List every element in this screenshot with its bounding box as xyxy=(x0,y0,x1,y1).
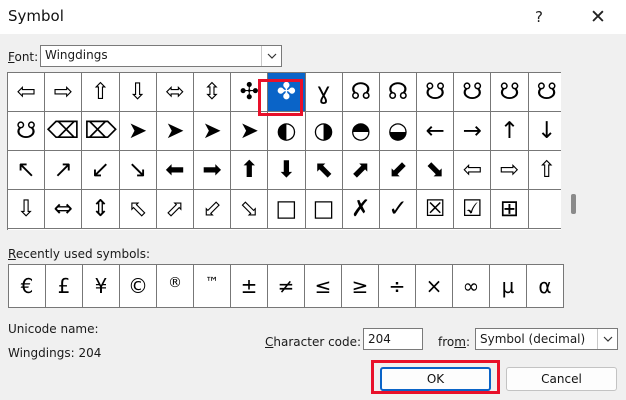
symbol-cell[interactable]: ⬆ xyxy=(231,151,269,190)
symbol-cell[interactable]: ☋ xyxy=(8,112,46,151)
symbol-cell[interactable]: ⬇ xyxy=(268,151,306,190)
symbol-cell[interactable]: ⇩ xyxy=(8,190,46,229)
symbol-cell[interactable]: ⇨ xyxy=(491,151,529,190)
symbol-cell[interactable]: ↑ xyxy=(491,112,529,151)
symbol-cell[interactable]: ⬂ xyxy=(231,190,269,229)
recent-symbol[interactable]: ™ xyxy=(194,265,231,308)
close-icon[interactable]: ✕ xyxy=(575,2,621,32)
symbol-cell[interactable]: ⬋ xyxy=(379,151,418,190)
symbol-cell[interactable]: ☑ xyxy=(454,190,492,229)
recent-symbol[interactable]: ¥ xyxy=(83,265,120,308)
symbol-cell[interactable]: ⌫ xyxy=(45,112,83,151)
recent-symbol[interactable]: µ xyxy=(490,265,527,308)
symbol-cell[interactable]: ↙ xyxy=(82,151,120,190)
symbol-cell[interactable]: ⊞ xyxy=(491,190,529,229)
unicode-name-label: Unicode name: xyxy=(8,322,99,336)
ok-button[interactable]: OK xyxy=(380,367,491,391)
from-dropdown-value: Symbol (decimal) xyxy=(480,332,586,346)
recent-symbol[interactable]: £ xyxy=(46,265,83,308)
scrollbar-thumb[interactable] xyxy=(571,194,576,214)
symbol-cell[interactable]: ⬊ xyxy=(417,151,455,190)
symbol-cell[interactable]: ↖ xyxy=(8,151,46,190)
symbol-cell[interactable]: ⇕ xyxy=(82,190,120,229)
symbol-cell[interactable]: ⇧ xyxy=(82,73,120,112)
from-label: from: xyxy=(438,335,470,349)
symbol-cell[interactable]: ⬄ xyxy=(156,73,194,112)
symbol-cell[interactable]: ✣ xyxy=(231,73,269,112)
recent-symbol[interactable]: € xyxy=(9,265,46,308)
symbol-cell[interactable]: ⌦ xyxy=(82,112,120,151)
recent-symbol[interactable]: ÷ xyxy=(379,265,416,308)
chevron-down-icon[interactable] xyxy=(261,46,281,66)
cancel-button[interactable]: Cancel xyxy=(506,367,617,391)
unicode-name-value: Wingdings: 204 xyxy=(8,346,102,360)
symbol-cell[interactable]: ← xyxy=(417,112,455,151)
symbol-cell[interactable]: ☊ xyxy=(342,73,380,112)
symbol-cell[interactable]: ⬀ xyxy=(156,190,194,229)
symbol-cell[interactable]: ◐ xyxy=(268,112,306,151)
symbol-cell[interactable]: ✓ xyxy=(379,190,418,229)
symbol-cell[interactable]: ➤ xyxy=(231,112,269,151)
recent-symbol[interactable]: ≤ xyxy=(305,265,342,308)
symbol-grid: ⇦ ⇨ ⇧ ⇩ ⬄ ⇳ ✣ ✤ ɣ ☊ ☊ ☋ ☋ ☋ ☋ ☋ ⌫ ⌦ ➤ ➤ ➤ ➤ ◐ ◑ ◓ ◒ ← → ↑ ↓ ↖ ↗ ↙ ↘ ⬅ ➡ ⬆ ⬇ ⬉ ⬈… xyxy=(7,72,566,230)
symbol-cell[interactable]: ⇔ xyxy=(45,190,83,229)
symbol-cell[interactable]: ⬃ xyxy=(193,190,232,229)
font-dropdown[interactable]: Wingdings xyxy=(40,45,282,67)
recent-symbol[interactable]: ∞ xyxy=(453,265,490,308)
symbol-cell[interactable]: ↘ xyxy=(119,151,157,190)
symbol-cell[interactable]: ☊ xyxy=(379,73,418,112)
recent-symbols-label: Recently used symbols: xyxy=(8,247,151,261)
symbol-cell[interactable]: ⬈ xyxy=(342,151,380,190)
symbol-grid-scrollbar[interactable] xyxy=(561,72,587,230)
symbol-cell[interactable]: ⇦ xyxy=(8,73,46,112)
symbol-cell[interactable]: ⇩ xyxy=(119,73,157,112)
symbol-cell[interactable]: ☋ xyxy=(454,73,492,112)
chevron-down-icon[interactable] xyxy=(597,329,617,349)
symbol-cell[interactable]: → xyxy=(454,112,492,151)
symbol-cell[interactable]: ☋ xyxy=(491,73,529,112)
symbol-cell[interactable]: ◒ xyxy=(379,112,418,151)
symbol-cell[interactable]: ☒ xyxy=(417,190,455,229)
symbol-cell[interactable]: ➤ xyxy=(193,112,232,151)
recent-symbol[interactable]: × xyxy=(416,265,453,308)
character-code-label: Character code: xyxy=(265,335,362,349)
font-label: Font: xyxy=(8,50,39,64)
symbol-cell[interactable]: ➤ xyxy=(119,112,157,151)
symbol-cell[interactable]: ✗ xyxy=(342,190,380,229)
from-dropdown[interactable]: Symbol (decimal) xyxy=(475,328,618,350)
symbol-cell[interactable]: ⇨ xyxy=(45,73,83,112)
symbol-cell[interactable]: ⬉ xyxy=(305,151,343,190)
recent-symbol[interactable]: © xyxy=(120,265,157,308)
symbol-cell[interactable]: ☋ xyxy=(417,73,455,112)
symbol-cell[interactable]: □ xyxy=(305,190,343,229)
symbol-cell[interactable]: ➡ xyxy=(193,151,232,190)
symbol-cell[interactable]: ⬅ xyxy=(156,151,194,190)
recent-symbols-grid: € £ ¥ © ® ™ ± ≠ ≤ ≥ ÷ × ∞ µ α xyxy=(8,264,564,308)
symbol-cell-selected[interactable]: ✤ xyxy=(268,73,306,112)
symbol-cell[interactable]: ◑ xyxy=(305,112,343,151)
symbol-cell[interactable]: ⇳ xyxy=(193,73,232,112)
help-button[interactable]: ? xyxy=(516,2,562,32)
symbol-cell[interactable]: ↗ xyxy=(45,151,83,190)
character-code-input[interactable]: 204 xyxy=(363,328,423,350)
recent-symbol[interactable]: ≠ xyxy=(268,265,305,308)
font-dropdown-value: Wingdings xyxy=(45,48,108,62)
symbol-cell[interactable]: □ xyxy=(268,190,306,229)
title-bar: Symbol ? ✕ xyxy=(0,0,626,34)
recent-symbol[interactable]: α xyxy=(527,265,564,308)
symbol-cell[interactable]: ◓ xyxy=(342,112,380,151)
recent-symbol[interactable]: ≥ xyxy=(342,265,379,308)
symbol-cell[interactable]: ➤ xyxy=(156,112,194,151)
recent-symbol[interactable]: ® xyxy=(157,265,194,308)
symbol-cell[interactable]: ⬁ xyxy=(119,190,157,229)
recent-symbol[interactable]: ± xyxy=(231,265,268,308)
symbol-cell[interactable]: ⇦ xyxy=(454,151,492,190)
symbol-cell[interactable]: ɣ xyxy=(305,73,343,112)
window-title: Symbol xyxy=(8,7,64,25)
